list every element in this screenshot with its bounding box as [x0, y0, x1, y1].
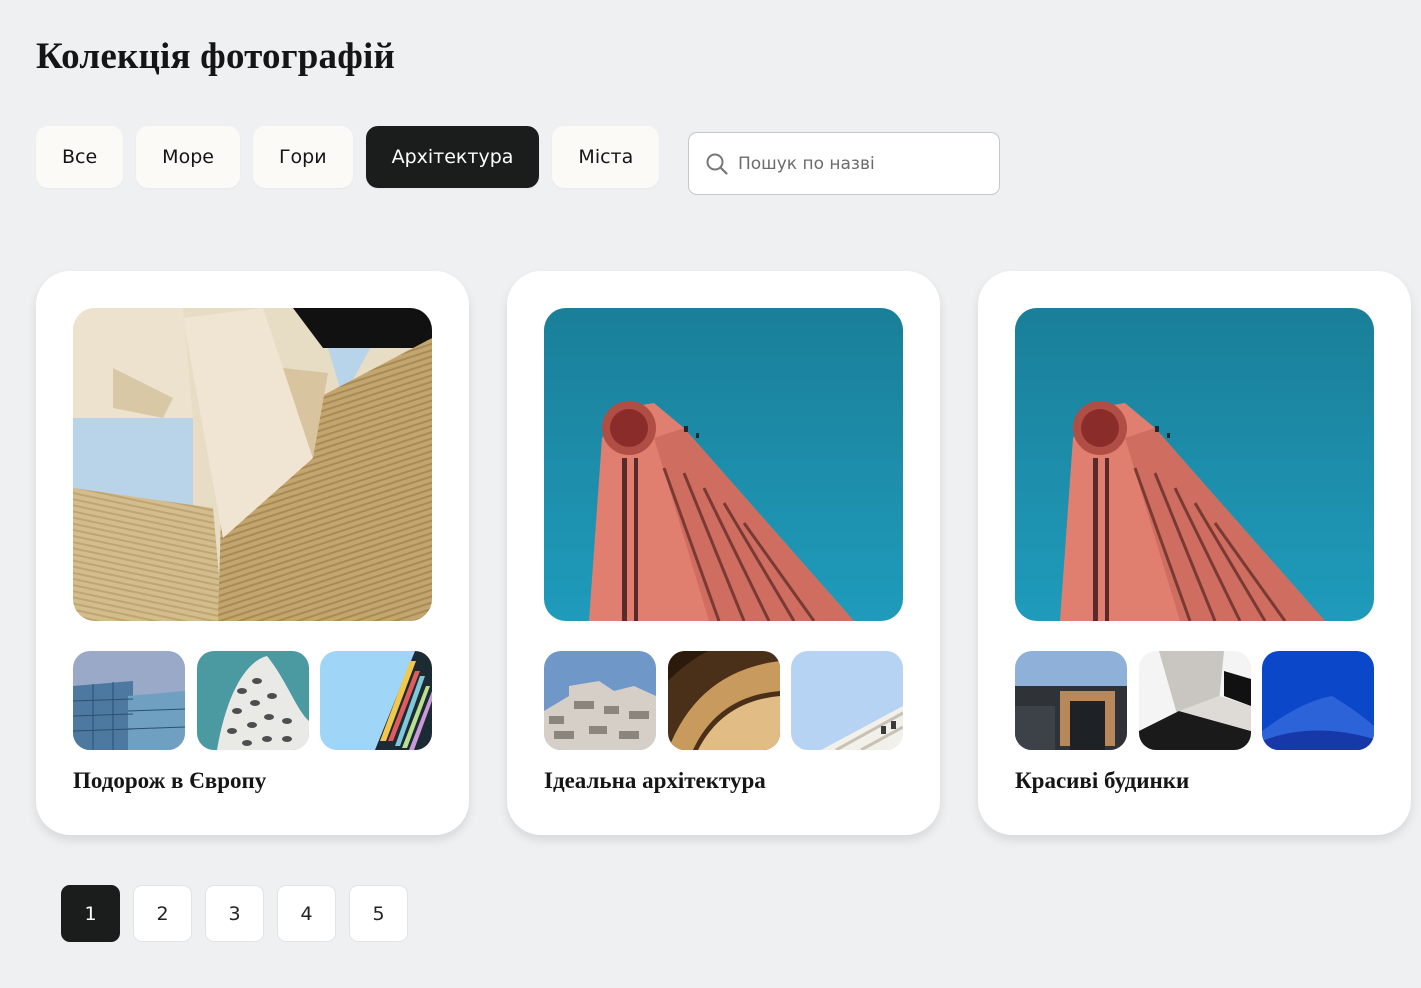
card-thumbnail[interactable] [1015, 651, 1127, 750]
page-title: Колекція фотографій [36, 36, 396, 77]
filter-all[interactable]: Все [36, 126, 124, 188]
filter-sea[interactable]: Море [136, 126, 240, 188]
filter-cities[interactable]: Міста [552, 126, 660, 188]
card-main-image[interactable] [544, 308, 903, 621]
card-thumbnail[interactable] [791, 651, 903, 750]
filter-mountains[interactable]: Гори [252, 126, 353, 188]
card-thumbnail[interactable] [544, 651, 656, 750]
card-title: Красиві будинки [1015, 768, 1190, 793]
search-input[interactable] [738, 153, 988, 174]
filter-architecture[interactable]: Архітектура [365, 126, 540, 188]
card-thumbnail[interactable] [73, 651, 185, 750]
card-title: Подорож в Європу [73, 768, 267, 793]
search-icon [706, 153, 728, 175]
collection-card[interactable]: Красиві будинки [978, 271, 1411, 835]
card-thumbnail[interactable] [320, 651, 432, 750]
page-button-1[interactable]: 1 [61, 885, 120, 942]
card-thumbnail[interactable] [668, 651, 780, 750]
collection-card[interactable]: Подорож в Європу [36, 271, 469, 835]
card-thumbnail[interactable] [197, 651, 309, 750]
card-thumbnail[interactable] [1139, 651, 1251, 750]
search-box[interactable] [688, 132, 1000, 195]
collection-card[interactable]: Ідеальна архітектура [507, 271, 940, 835]
page-button-4[interactable]: 4 [277, 885, 336, 942]
page-button-5[interactable]: 5 [349, 885, 408, 942]
card-title: Ідеальна архітектура [544, 768, 766, 793]
card-main-image[interactable] [1015, 308, 1374, 621]
category-filters: Все Море Гори Архітектура Міста [36, 126, 660, 188]
page-button-2[interactable]: 2 [133, 885, 192, 942]
pagination: 1 2 3 4 5 [61, 885, 408, 942]
page-button-3[interactable]: 3 [205, 885, 264, 942]
card-main-image[interactable] [73, 308, 432, 621]
card-thumbnail[interactable] [1262, 651, 1374, 750]
